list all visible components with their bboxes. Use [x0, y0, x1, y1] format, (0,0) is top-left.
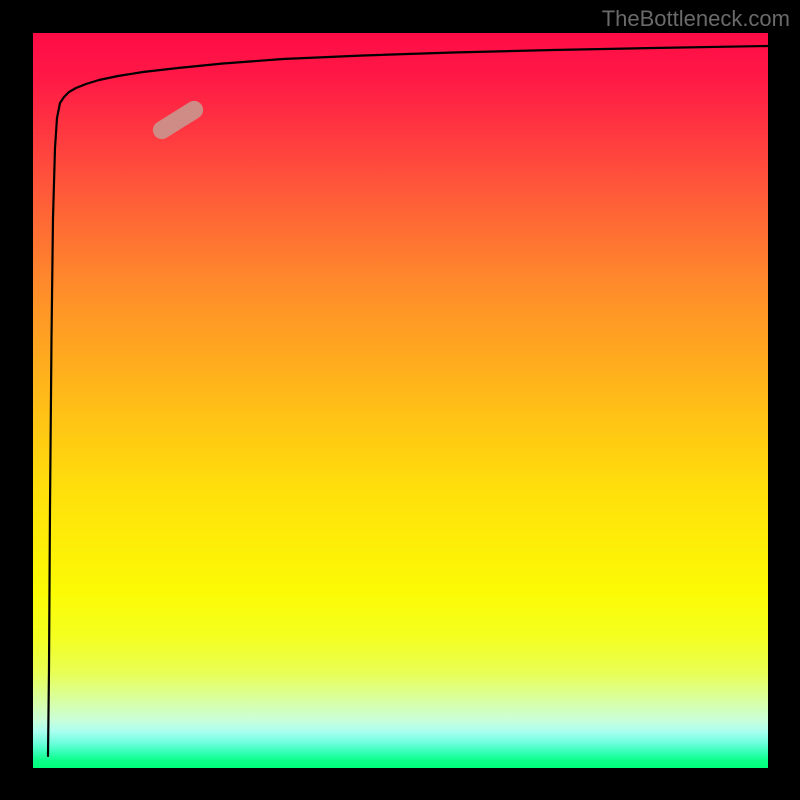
- watermark-text: TheBottleneck.com: [602, 6, 790, 32]
- chart-plot-area: [33, 33, 768, 768]
